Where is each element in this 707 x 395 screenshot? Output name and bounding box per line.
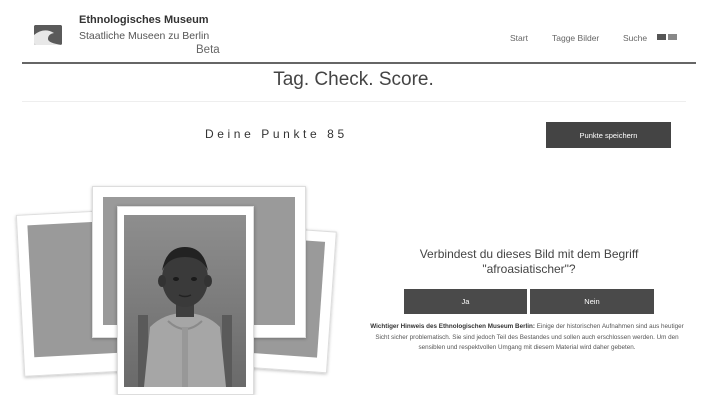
site-header: Ethnologisches Museum Staatliche Museen … — [0, 0, 707, 62]
tag-question: Verbindest du dieses Bild mit dem Begrif… — [419, 247, 639, 276]
no-button[interactable]: Nein — [530, 289, 654, 314]
beta-label: Beta — [196, 44, 220, 56]
archival-photo — [124, 215, 246, 387]
current-photo-card — [117, 206, 254, 395]
museum-notice: Wichtiger Hinweis des Ethnologischen Mus… — [365, 322, 689, 354]
nav-tagge-bilder[interactable]: Tagge Bilder — [552, 33, 599, 43]
nav-start[interactable]: Start — [510, 33, 528, 43]
language-switcher — [657, 34, 677, 42]
notice-heading: Wichtiger Hinweis des Ethnologischen Mus… — [370, 323, 535, 330]
header-divider — [22, 62, 696, 64]
flag-de-icon[interactable] — [657, 34, 666, 40]
flag-en-icon[interactable] — [668, 34, 677, 40]
title-divider — [22, 101, 686, 102]
museum-name: Ethnologisches Museum — [79, 14, 209, 26]
wave-logo-icon[interactable] — [34, 25, 62, 45]
yes-button[interactable]: Ja — [404, 289, 527, 314]
page-title: Tag. Check. Score. — [273, 69, 434, 90]
score-display: Deine Punkte 85 — [205, 127, 348, 141]
save-score-button[interactable]: Punkte speichern — [546, 122, 671, 148]
nav-suche[interactable]: Suche — [623, 33, 647, 43]
museum-subtitle: Staatliche Museen zu Berlin — [79, 30, 210, 42]
